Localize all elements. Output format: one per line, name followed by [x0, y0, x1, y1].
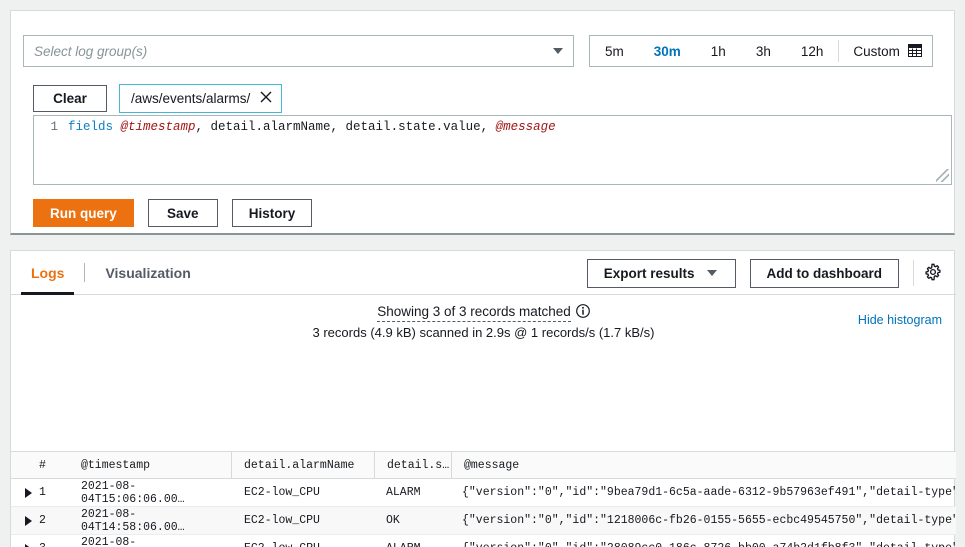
query-editor[interactable]: 1 fields @timestamp, detail.alarmName, d…: [33, 115, 952, 185]
query-token-keyword: fields: [68, 120, 121, 134]
results-stats: Showing 3 of 3 records matched 3 records…: [11, 303, 956, 341]
table-row[interactable]: 1 2021-08-04T15:06:06.00… EC2-low_CPU AL…: [11, 479, 956, 507]
selected-log-group-chip[interactable]: /aws/events/alarms/: [119, 84, 283, 113]
time-range-3h[interactable]: 3h: [741, 36, 786, 66]
export-results-label: Export results: [603, 265, 695, 281]
triangle-right-icon[interactable]: [25, 487, 32, 498]
log-group-select-placeholder: Select log group(s): [34, 43, 148, 59]
query-token-at-message: @message: [495, 120, 556, 134]
run-query-button[interactable]: Run query: [33, 199, 134, 227]
hide-histogram-link[interactable]: Hide histogram: [858, 313, 942, 327]
cell-state: ALARM: [386, 486, 421, 499]
query-editor-line-1: 1 fields @timestamp, detail.alarmName, d…: [34, 116, 951, 134]
history-button[interactable]: History: [231, 199, 313, 227]
scan-stats-text: 3 records (4.9 kB) scanned in 2.9s @ 1 r…: [312, 325, 655, 340]
cell-timestamp: 2021-08-04T15:06:06.00…: [81, 479, 185, 506]
cloudwatch-logs-insights-page: Select log group(s) 5m 30m 1h 3h 12h Cus…: [0, 0, 965, 547]
cell-index: 2: [39, 514, 46, 527]
cell-message: {"version":"0","id":"1218006c-fb26-0155-…: [462, 514, 956, 527]
info-icon[interactable]: [575, 303, 590, 322]
query-editor-line-number: 1: [50, 120, 58, 134]
expand-cell[interactable]: [11, 543, 39, 547]
header-state: detail.s…: [387, 458, 450, 472]
expand-cell[interactable]: [11, 487, 39, 498]
records-matched-text: Showing 3 of 3 records matched: [377, 303, 571, 322]
log-group-select[interactable]: Select log group(s): [23, 35, 574, 67]
selected-log-group-label: /aws/events/alarms/: [131, 91, 251, 106]
expand-cell[interactable]: [11, 515, 39, 526]
triangle-right-icon[interactable]: [25, 543, 32, 547]
time-range-1h[interactable]: 1h: [696, 36, 741, 66]
gear-icon: [924, 263, 942, 284]
query-token-at-timestamp: @timestamp: [120, 120, 196, 134]
add-to-dashboard-button[interactable]: Add to dashboard: [749, 258, 899, 288]
header-index: #: [39, 458, 46, 472]
cell-alarm-name: EC2-low_CPU: [231, 542, 373, 547]
time-range-selector: 5m 30m 1h 3h 12h Custom: [589, 35, 933, 67]
query-panel: Select log group(s) 5m 30m 1h 3h 12h Cus…: [10, 10, 955, 235]
header-timestamp: @timestamp: [81, 458, 151, 472]
time-range-30m[interactable]: 30m: [639, 36, 696, 66]
query-editor-text[interactable]: fields @timestamp, detail.alarmName, det…: [68, 120, 556, 134]
cell-index: 1: [39, 486, 46, 499]
table-row[interactable]: 2 2021-08-04T14:58:06.00… EC2-low_CPU OK…: [11, 507, 956, 535]
results-table: # @timestamp detail.alarmName detail.s… …: [11, 451, 956, 547]
cell-timestamp: 2021-08-04T14:58:06.00…: [81, 507, 185, 534]
cell-alarm-name: EC2-low_CPU: [244, 486, 320, 499]
close-icon[interactable]: [260, 91, 272, 106]
results-panel: Logs Visualization Export results Add to…: [10, 250, 956, 547]
time-range-12h[interactable]: 12h: [786, 36, 839, 66]
chevron-down-icon: [706, 270, 717, 276]
tab-logs[interactable]: Logs: [11, 251, 84, 295]
time-range-5m[interactable]: 5m: [590, 36, 639, 66]
query-token-fields: , detail.alarmName, detail.state.value,: [195, 120, 496, 134]
header-alarm-name: detail.alarmName: [244, 458, 355, 472]
cell-state: ALARM: [373, 542, 449, 547]
records-matched-line: Showing 3 of 3 records matched: [377, 303, 590, 322]
time-range-custom-label: Custom: [853, 43, 900, 59]
cell-state: OK: [386, 514, 400, 527]
tab-visualization[interactable]: Visualization: [85, 251, 210, 294]
cell-index: 3: [39, 542, 81, 547]
settings-button[interactable]: [913, 260, 942, 286]
triangle-right-icon[interactable]: [25, 515, 32, 526]
export-results-button[interactable]: Export results: [586, 258, 736, 288]
cell-timestamp: 2021-08-04T14:43:06.00…: [81, 535, 137, 547]
table-row[interactable]: 3 2021-08-04T14:43:06.00… EC2-low_CPU AL…: [11, 535, 956, 547]
cell-message: {"version":"0","id":"28089cc0-186c-8726-…: [449, 542, 956, 547]
clear-button[interactable]: Clear: [33, 85, 107, 112]
results-actions: Export results Add to dashboard: [586, 257, 942, 289]
chevron-down-icon: [553, 48, 563, 54]
header-message: @message: [464, 458, 520, 472]
time-range-custom[interactable]: Custom: [839, 36, 932, 66]
cell-message: {"version":"0","id":"9bea79d1-6c5a-aade-…: [462, 486, 956, 499]
calendar-icon: [907, 43, 922, 60]
query-actions: Run query Save History: [33, 199, 313, 227]
resize-handle[interactable]: [936, 169, 949, 182]
cell-alarm-name: EC2-low_CPU: [244, 514, 320, 527]
save-button[interactable]: Save: [147, 199, 218, 227]
table-header-row: # @timestamp detail.alarmName detail.s… …: [11, 451, 956, 479]
